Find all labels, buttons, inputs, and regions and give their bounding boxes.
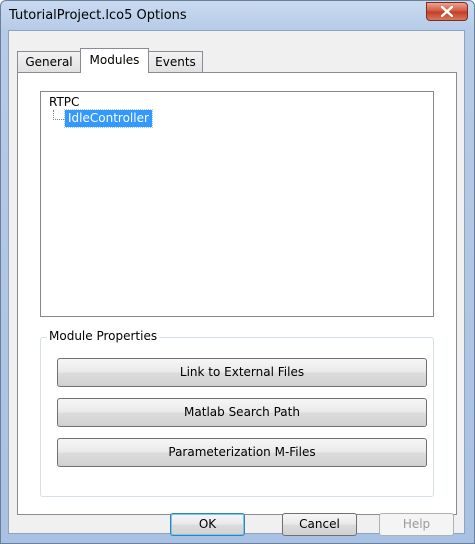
ok-button[interactable]: OK <box>170 513 245 536</box>
help-button[interactable]: Help <box>379 513 454 536</box>
modules-tab-panel: RTPC IdleController Module Properties Li… <box>17 72 457 515</box>
close-button[interactable] <box>426 2 468 21</box>
tab-modules[interactable]: Modules <box>80 48 149 73</box>
tree-connector-line <box>53 110 64 120</box>
link-external-files-button[interactable]: Link to External Files <box>57 358 427 387</box>
dialog-client-area: General Modules Events RTPC IdleControll… <box>8 30 465 536</box>
module-properties-group: Module Properties Link to External Files… <box>40 329 434 497</box>
tree-root-item[interactable]: RTPC <box>49 95 79 109</box>
matlab-search-path-button[interactable]: Matlab Search Path <box>57 398 427 427</box>
parameterization-mfiles-button[interactable]: Parameterization M-Files <box>57 438 427 467</box>
module-properties-label: Module Properties <box>47 329 160 343</box>
tree-item-idle-controller[interactable]: IdleController <box>64 109 153 128</box>
module-tree[interactable]: RTPC IdleController <box>40 91 434 317</box>
window-title: TutorialProject.lco5 Options <box>9 8 187 23</box>
tab-general[interactable]: General <box>17 51 81 72</box>
close-icon <box>441 6 453 17</box>
tab-events[interactable]: Events <box>148 51 203 72</box>
cancel-button[interactable]: Cancel <box>282 513 357 536</box>
title-bar[interactable]: TutorialProject.lco5 Options <box>1 1 474 31</box>
